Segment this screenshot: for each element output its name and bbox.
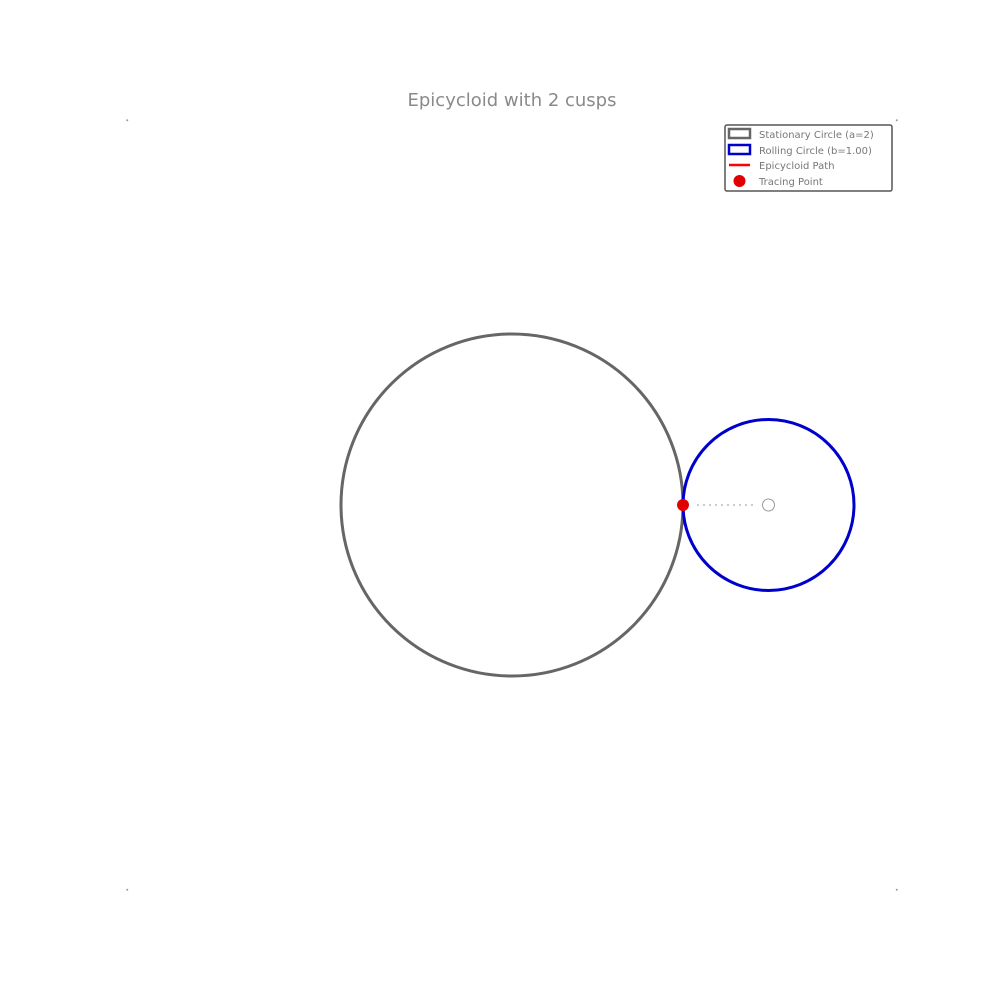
stationary-circle <box>339 332 685 678</box>
legend-stationary-swatch <box>727 127 752 140</box>
corner-mark-2 <box>126 888 129 891</box>
corner-mark-1 <box>895 119 898 122</box>
legend-rolling-swatch <box>727 143 752 156</box>
legend-rolling-label: Rolling Circle (b=1.00) <box>759 146 872 157</box>
rolling-center-marker <box>762 498 775 512</box>
axis-corner-marks <box>126 119 898 891</box>
legend-tracing-point-swatch <box>733 175 746 187</box>
epicycloid-canvas: Epicycloid with 2 cusps Stationary Circl… <box>126 90 898 891</box>
chart-title: Epicycloid with 2 cusps <box>408 90 617 111</box>
corner-mark-3 <box>895 888 898 891</box>
legend-stationary-label: Stationary Circle (a=2) <box>759 130 874 141</box>
tracing-point <box>677 499 689 511</box>
corner-mark-0 <box>126 119 129 122</box>
legend-path-label: Epicycloid Path <box>759 161 835 172</box>
legend: Stationary Circle (a=2) Rolling Circle (… <box>724 124 893 192</box>
legend-tracing-point-label: Tracing Point <box>758 177 823 188</box>
